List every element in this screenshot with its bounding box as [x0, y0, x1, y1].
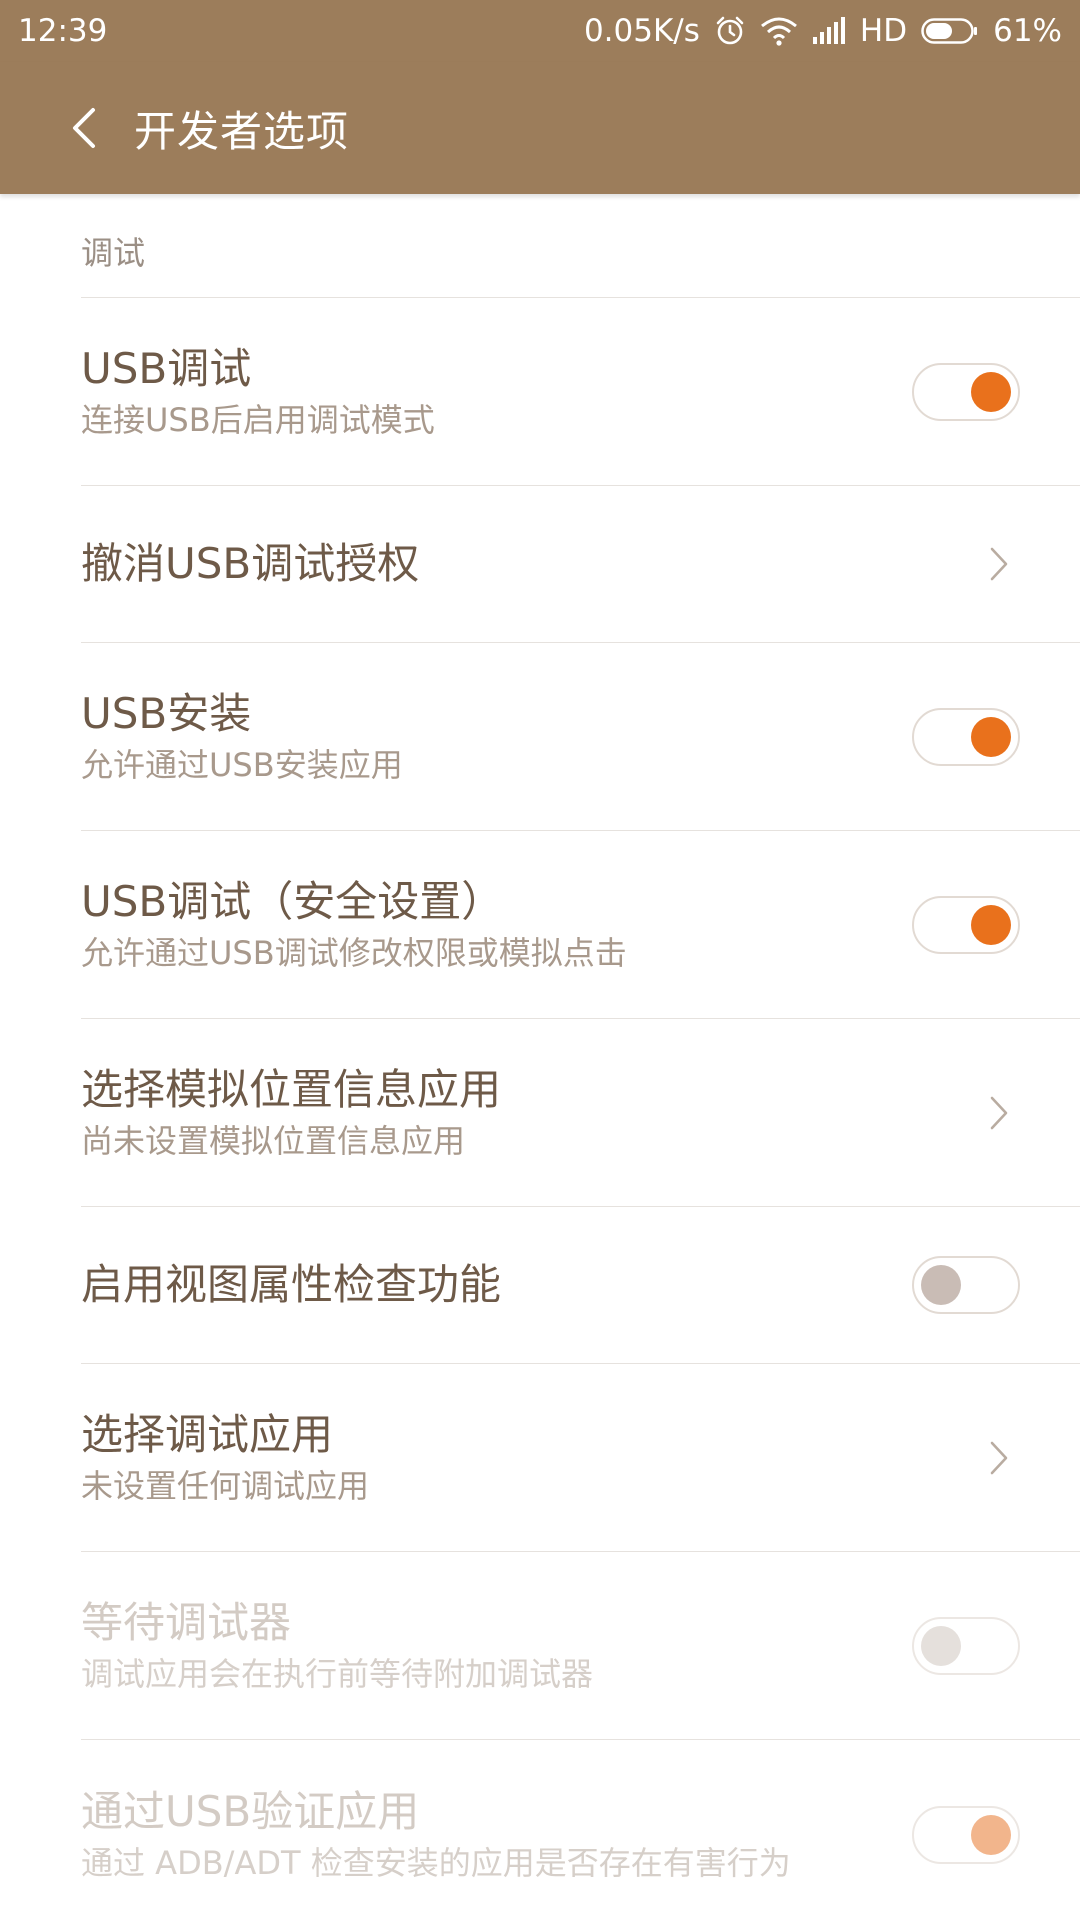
alarm-icon: [714, 15, 746, 47]
chevron-right-icon: [984, 544, 1014, 584]
row-title: USB调试（安全设置）: [81, 876, 504, 926]
row-title: 选择调试应用: [81, 1409, 334, 1459]
cellular-signal-icon: [812, 17, 846, 45]
row-title: 等待调试器: [81, 1597, 292, 1647]
toggle-knob: [971, 904, 1011, 945]
row-title: USB调试: [81, 343, 252, 393]
wifi-icon: [760, 16, 798, 46]
settings-list: 调试 USB调试 连接USB后启用调试模式 撤消USB调试授权 USB安装 允许…: [0, 196, 1080, 1930]
usb-debugging-row[interactable]: USB调试 连接USB后启用调试模式: [81, 298, 1080, 486]
battery-percent: 61%: [993, 13, 1062, 49]
row-summary: 通过 ADB/ADT 检查安装的应用是否存在有害行为: [81, 1844, 791, 1882]
row-summary: 连接USB后启用调试模式: [81, 400, 435, 439]
toggle-knob: [921, 1265, 961, 1305]
usb-debugging-security-row[interactable]: USB调试（安全设置） 允许通过USB调试修改权限或模拟点击: [81, 831, 1080, 1019]
chevron-right-icon: [984, 1093, 1014, 1133]
row-summary: 未设置任何调试应用: [81, 1466, 370, 1505]
status-time: 12:39: [18, 13, 108, 49]
toggle-knob: [971, 1815, 1011, 1855]
status-indicators: 0.05K/s HD 61%: [584, 13, 1062, 49]
back-button[interactable]: [54, 98, 114, 158]
usb-debugging-toggle[interactable]: [912, 362, 1020, 421]
usb-install-row[interactable]: USB安装 允许通过USB安装应用: [81, 643, 1080, 831]
row-summary: 尚未设置模拟位置信息应用: [81, 1121, 466, 1160]
wait-for-debugger-row: 等待调试器 调试应用会在执行前等待附加调试器: [81, 1552, 1080, 1740]
row-title: 选择模拟位置信息应用: [81, 1064, 502, 1114]
row-summary: 允许通过USB安装应用: [81, 745, 403, 784]
chevron-left-icon: [73, 108, 95, 148]
row-title: USB安装: [81, 688, 252, 738]
app-bar: 开发者选项: [0, 62, 1080, 194]
row-title: 通过USB验证应用: [81, 1787, 420, 1836]
row-title: 启用视图属性检查功能: [81, 1260, 502, 1309]
revoke-usb-debugging-row[interactable]: 撤消USB调试授权: [81, 486, 1080, 643]
section-header-debug: 调试: [81, 196, 1080, 298]
wait-for-debugger-toggle: [912, 1616, 1020, 1675]
network-speed: 0.05K/s: [583, 13, 700, 49]
verify-apps-over-usb-toggle: [912, 1806, 1020, 1864]
select-debug-app-row[interactable]: 选择调试应用 未设置任何调试应用: [81, 1364, 1080, 1552]
toggle-knob: [971, 371, 1011, 412]
status-bar: 12:39 0.05K/s HD 61%: [0, 0, 1080, 62]
chevron-right-icon: [984, 1438, 1014, 1478]
row-summary: 允许通过USB调试修改权限或模拟点击: [81, 933, 627, 972]
battery-icon: [921, 17, 979, 45]
toggle-knob: [971, 716, 1011, 757]
row-title: 撤消USB调试授权: [81, 539, 420, 588]
view-attribute-inspection-row[interactable]: 启用视图属性检查功能: [81, 1207, 1080, 1364]
usb-debugging-security-toggle[interactable]: [912, 895, 1020, 954]
toggle-knob: [921, 1625, 961, 1666]
row-summary: 调试应用会在执行前等待附加调试器: [81, 1654, 594, 1693]
network-type: HD: [859, 13, 908, 49]
view-attribute-inspection-toggle[interactable]: [912, 1256, 1020, 1314]
verify-apps-over-usb-row: 通过USB验证应用 通过 ADB/ADT 检查安装的应用是否存在有害行为: [81, 1740, 1080, 1930]
page-title: 开发者选项: [134, 106, 350, 156]
mock-location-app-row[interactable]: 选择模拟位置信息应用 尚未设置模拟位置信息应用: [81, 1019, 1080, 1207]
usb-install-toggle[interactable]: [912, 707, 1020, 766]
